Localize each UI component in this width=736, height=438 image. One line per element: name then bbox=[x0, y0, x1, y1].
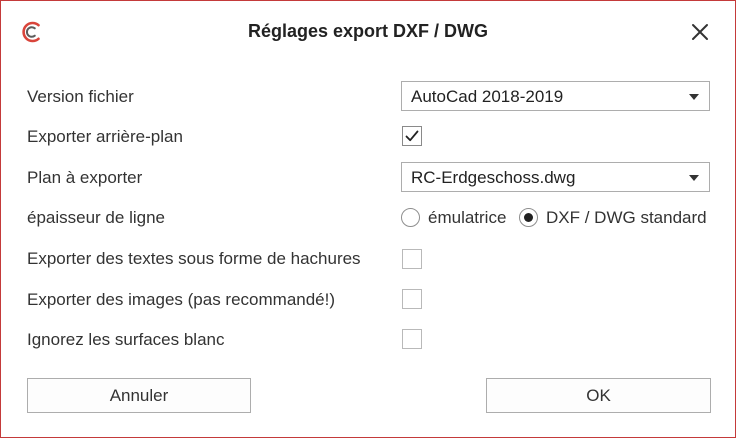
radio-selected-dot bbox=[524, 213, 533, 222]
plan-value: RC-Erdgeschoss.dwg bbox=[411, 168, 576, 187]
cancel-button[interactable]: Annuler bbox=[27, 378, 251, 413]
images-checkbox[interactable] bbox=[402, 289, 422, 309]
white-surfaces-label: Ignorez les surfaces blanc bbox=[27, 330, 225, 349]
plan-label: Plan à exporter bbox=[27, 168, 143, 187]
title-bar: Réglages export DXF / DWG bbox=[1, 1, 735, 63]
version-dropdown[interactable]: AutoCad 2018-2019 bbox=[401, 81, 710, 111]
background-label: Exporter arrière-plan bbox=[27, 127, 183, 146]
images-label: Exporter des images (pas recommandé!) bbox=[27, 290, 336, 309]
linewidth-option-emulation[interactable]: émulatrice bbox=[428, 208, 506, 228]
background-checkbox[interactable] bbox=[402, 126, 422, 146]
chevron-down-icon bbox=[689, 94, 699, 100]
plan-dropdown[interactable]: RC-Erdgeschoss.dwg bbox=[401, 162, 710, 192]
dialog-title: Réglages export DXF / DWG bbox=[247, 21, 489, 41]
linewidth-radio-standard[interactable] bbox=[519, 208, 538, 227]
checkmark-icon bbox=[405, 130, 419, 142]
export-settings-dialog: Réglages export DXF / DWG Version fichie… bbox=[0, 0, 736, 438]
linewidth-radio-emulation[interactable] bbox=[401, 208, 420, 227]
version-label: Version fichier bbox=[27, 87, 134, 106]
ok-button[interactable]: OK bbox=[486, 378, 711, 413]
chevron-down-icon bbox=[689, 175, 699, 181]
version-value: AutoCad 2018-2019 bbox=[411, 87, 564, 106]
texts-hatch-checkbox[interactable] bbox=[402, 249, 422, 269]
texts-hatch-label: Exporter des textes sous forme de hachur… bbox=[27, 249, 361, 268]
close-icon[interactable] bbox=[689, 21, 711, 43]
linewidth-option-standard[interactable]: DXF / DWG standard bbox=[546, 208, 707, 228]
linewidth-label: épaisseur de ligne bbox=[27, 208, 165, 227]
white-surfaces-checkbox[interactable] bbox=[402, 329, 422, 349]
